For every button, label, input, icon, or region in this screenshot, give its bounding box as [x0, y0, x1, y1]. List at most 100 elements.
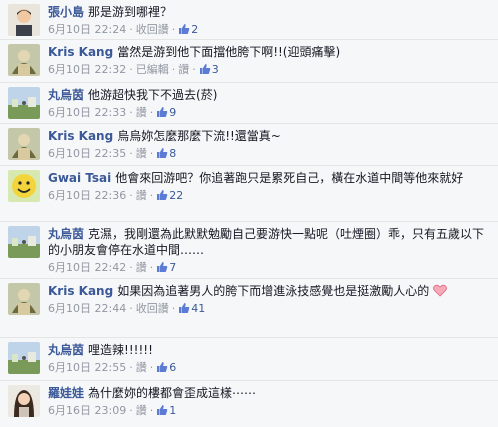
comment-body: 丸烏茵 克濕，我剛還為此默默勉勵自己要游快一點呢（吐煙圈）乖，只有五歲以下的小朋友…: [48, 226, 490, 258]
like-count-value: 22: [169, 189, 184, 202]
comment-meta: 6月10日 22:33 · 讚 · 9: [48, 105, 490, 121]
like-link[interactable]: 讚: [136, 404, 147, 417]
comment-body: 丸烏茵 哩造辣!!!!!!: [48, 342, 490, 358]
comment-body: Gwai Tsai 他會來回游吧？你追著跑只是累死自己，橫在水道中間等他來就好: [48, 170, 490, 186]
comment-text: 他會來回游吧？你追著跑只是累死自己，橫在水道中間等他來就好: [115, 171, 464, 185]
comment-item: Kris Kang 當然是游到他下面擋他胯下啊!!(迎頭痛擊) 6月10日 22:…: [0, 39, 498, 82]
like-link[interactable]: 讚: [136, 147, 147, 160]
comment-meta: 6月16日 23:09 · 讚 · 1: [48, 403, 490, 419]
thumbs-up-icon: [157, 262, 168, 272]
avatar[interactable]: [8, 226, 40, 258]
like-link[interactable]: 讚: [136, 261, 147, 274]
comment-meta: 6月10日 22:44 · 收回讚 · 41: [48, 301, 490, 317]
avatar[interactable]: [8, 170, 40, 202]
avatar[interactable]: [8, 44, 40, 76]
like-count[interactable]: 6: [156, 360, 176, 376]
comment-timestamp[interactable]: 6月10日 22:42: [48, 261, 126, 274]
edited-label[interactable]: 已編輯: [136, 63, 169, 76]
like-count[interactable]: 9: [156, 105, 176, 121]
meta-separator: ·: [149, 106, 154, 119]
comment-text: 如果因為追著男人的胯下而增進泳技感覺也是挺激勵人心的: [117, 284, 430, 298]
like-count[interactable]: 41: [178, 301, 205, 317]
comment-body: Kris Kang 當然是游到他下面擋他胯下啊!!(迎頭痛擊): [48, 44, 490, 60]
avatar[interactable]: [8, 342, 40, 374]
comment-author[interactable]: 羅娃娃: [48, 386, 84, 400]
meta-separator: ·: [192, 63, 196, 76]
meta-separator: ·: [171, 63, 176, 76]
comment-timestamp[interactable]: 6月10日 22:55: [48, 361, 126, 374]
comment-timestamp[interactable]: 6月10日 22:36: [48, 189, 126, 202]
comment-timestamp[interactable]: 6月10日 22:33: [48, 106, 126, 119]
thumbs-up-icon: [179, 303, 190, 313]
comment-author[interactable]: Kris Kang: [48, 129, 113, 143]
comment-item: Gwai Tsai 他會來回游吧？你追著跑只是累死自己，橫在水道中間等他來就好 6…: [0, 165, 498, 221]
like-count-value: 3: [211, 63, 219, 76]
like-count[interactable]: 7: [156, 260, 176, 276]
like-count-value: 1: [169, 404, 177, 417]
like-count-value: 2: [191, 23, 199, 36]
comment-meta: 6月10日 22:36 · 讚 · 22: [48, 188, 490, 204]
like-count[interactable]: 8: [156, 146, 176, 162]
meta-separator: ·: [129, 261, 133, 274]
meta-separator: ·: [129, 147, 133, 160]
comment-body: 丸烏茵 他游超快我下不過去(菸): [48, 87, 490, 103]
like-link[interactable]: 讚: [136, 361, 147, 374]
like-link[interactable]: 讚: [136, 189, 147, 202]
thumbs-up-icon: [179, 24, 190, 34]
comment-author[interactable]: 丸烏茵: [48, 343, 84, 357]
like-count[interactable]: 3: [199, 62, 219, 78]
comment-text: 為什麼妳的樓都會歪成這樣⋯⋯: [88, 386, 257, 400]
meta-separator: ·: [171, 23, 176, 36]
like-count-value: 9: [169, 106, 177, 119]
comment-item: 張小島 那是游到哪裡？ 6月10日 22:24 · 收回讚 · 2: [0, 0, 498, 39]
comment-author[interactable]: Kris Kang: [48, 284, 113, 298]
meta-separator: ·: [171, 302, 176, 315]
comment-author[interactable]: Kris Kang: [48, 45, 113, 59]
comment-meta: 6月10日 22:42 · 讚 · 7: [48, 260, 490, 276]
unlike-link[interactable]: 收回讚: [136, 302, 169, 315]
comment-timestamp[interactable]: 6月10日 22:32: [48, 63, 126, 76]
like-count[interactable]: 2: [178, 22, 198, 38]
comment-timestamp[interactable]: 6月10日 22:24: [48, 23, 126, 36]
meta-separator: ·: [149, 189, 154, 202]
like-count-value: 41: [191, 302, 206, 315]
comment-meta: 6月10日 22:32 · 已編輯 · 讚 · 3: [48, 62, 490, 78]
unlike-link[interactable]: 收回讚: [136, 23, 169, 36]
comment-timestamp[interactable]: 6月10日 22:35: [48, 147, 126, 160]
like-link[interactable]: 讚: [136, 106, 147, 119]
thumbs-up-icon: [157, 190, 168, 200]
comment-text: 克濕，我剛還為此默默勉勵自己要游快一點呢（吐煙圈）乖，只有五歲以下的小朋友會停在…: [48, 227, 485, 257]
avatar[interactable]: [8, 4, 40, 36]
comment-author[interactable]: 丸烏茵: [48, 227, 84, 241]
meta-separator: ·: [129, 23, 133, 36]
like-count-value: 6: [169, 361, 177, 374]
like-link[interactable]: 讚: [178, 63, 189, 76]
comment-timestamp[interactable]: 6月16日 23:09: [48, 404, 126, 417]
comment-item: 羅娃娃 為什麼妳的樓都會歪成這樣⋯⋯ 6月16日 23:09 · 讚 · 1: [0, 380, 498, 427]
meta-separator: ·: [129, 63, 133, 76]
comment-author[interactable]: 丸烏茵: [48, 88, 84, 102]
comment-author[interactable]: 張小島: [48, 5, 84, 19]
thumbs-up-icon: [199, 64, 210, 74]
comment-item: Kris Kang 如果因為追著男人的胯下而增進泳技感覺也是挺激勵人心的 6月10…: [0, 278, 498, 337]
avatar[interactable]: [8, 385, 40, 417]
comment-timestamp[interactable]: 6月10日 22:44: [48, 302, 126, 315]
comment-meta: 6月10日 22:55 · 讚 · 6: [48, 360, 490, 376]
comment-author[interactable]: Gwai Tsai: [48, 171, 111, 185]
meta-separator: ·: [149, 361, 154, 374]
comment-item: 丸烏茵 克濕，我剛還為此默默勉勵自己要游快一點呢（吐煙圈）乖，只有五歲以下的小朋友…: [0, 221, 498, 278]
meta-separator: ·: [129, 189, 133, 202]
like-count[interactable]: 22: [156, 188, 183, 204]
avatar[interactable]: [8, 87, 40, 119]
comment-text: 他游超快我下不過去(菸): [88, 88, 218, 102]
avatar[interactable]: [8, 283, 40, 315]
heart-emoji-icon: [433, 284, 448, 297]
meta-separator: ·: [129, 106, 133, 119]
comment-meta: 6月10日 22:24 · 收回讚 · 2: [48, 22, 490, 38]
comment-text: 當然是游到他下面擋他胯下啊!!(迎頭痛擊): [117, 45, 341, 59]
avatar[interactable]: [8, 128, 40, 160]
meta-separator: ·: [149, 147, 154, 160]
comment-item: 丸烏茵 哩造辣!!!!!! 6月10日 22:55 · 讚 · 6: [0, 337, 498, 380]
thumbs-up-icon: [157, 362, 168, 372]
like-count[interactable]: 1: [156, 403, 176, 419]
